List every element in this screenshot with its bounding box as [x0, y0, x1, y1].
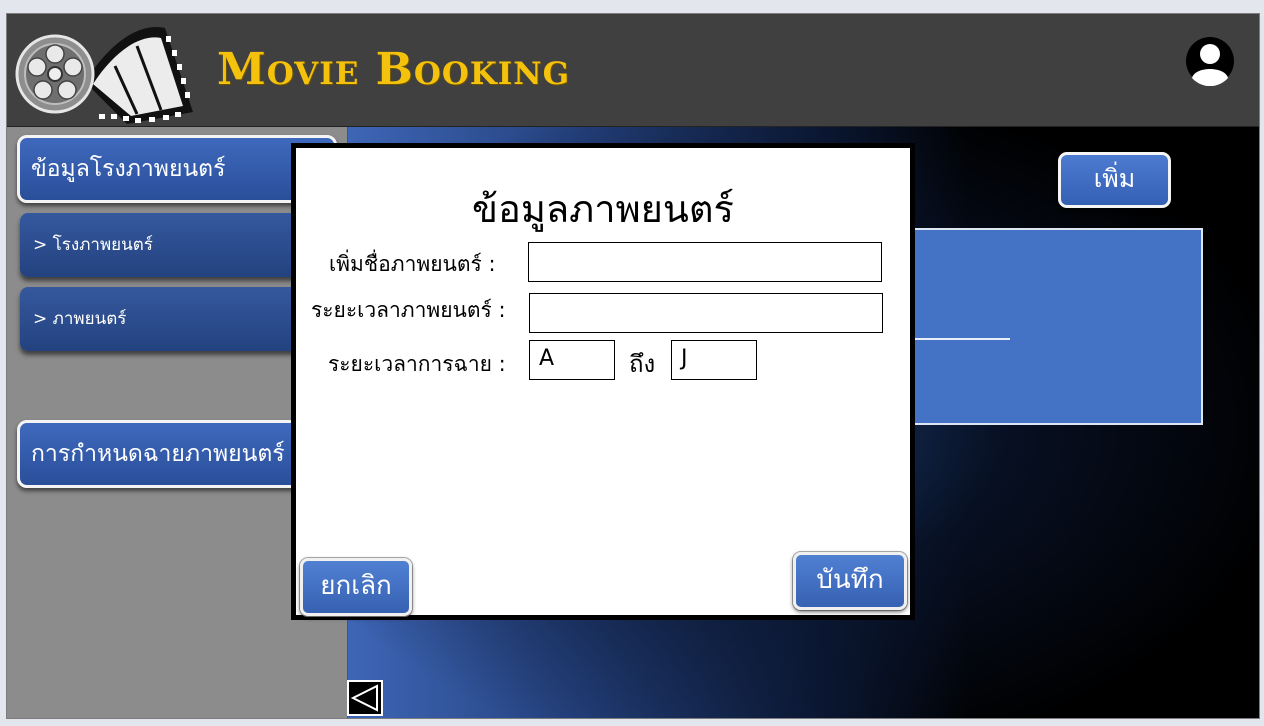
divider: [915, 338, 1010, 340]
showtime-range-label: ระยะเวลาการฉาย :: [328, 352, 506, 376]
content-card: [913, 228, 1203, 425]
add-button[interactable]: เพิ่ม: [1058, 152, 1171, 208]
app-title: Movie Booking: [217, 44, 571, 95]
movie-duration-label: ระยะเวลาภาพยนตร์ :: [311, 298, 506, 322]
app-header: Movie Booking: [7, 14, 1259, 127]
film-reel-icon: [15, 26, 193, 124]
cancel-button[interactable]: ยกเลิก: [300, 558, 412, 616]
movie-name-input[interactable]: [528, 242, 882, 282]
sidebar-item-theater-info[interactable]: ข้อมูลโรงภาพยนตร์: [17, 135, 337, 203]
movie-name-label: เพิ่มชื่อภาพยนตร์ :: [329, 252, 496, 276]
triangle-left-icon: [350, 684, 378, 712]
sidebar-item-movies[interactable]: > ภาพยนตร์: [20, 287, 335, 351]
showtime-to-input[interactable]: J: [671, 340, 757, 380]
showtime-to-label: ถึง: [629, 350, 656, 378]
back-button[interactable]: [347, 680, 383, 716]
movie-info-dialog: ข้อมูลภาพยนตร์ เพิ่มชื่อภาพยนตร์ : ระยะเ…: [291, 143, 915, 620]
save-button[interactable]: บันทึก: [793, 552, 907, 610]
movie-duration-input[interactable]: [529, 293, 883, 333]
user-avatar-icon[interactable]: [1185, 36, 1235, 86]
showtime-from-input[interactable]: A: [529, 340, 615, 380]
sidebar-item-theaters[interactable]: > โรงภาพยนตร์: [20, 213, 335, 277]
dialog-title: ข้อมูลภาพยนตร์: [472, 187, 734, 231]
sidebar-item-showtime-schedule[interactable]: การกำหนดฉายภาพยนตร์: [17, 420, 337, 488]
